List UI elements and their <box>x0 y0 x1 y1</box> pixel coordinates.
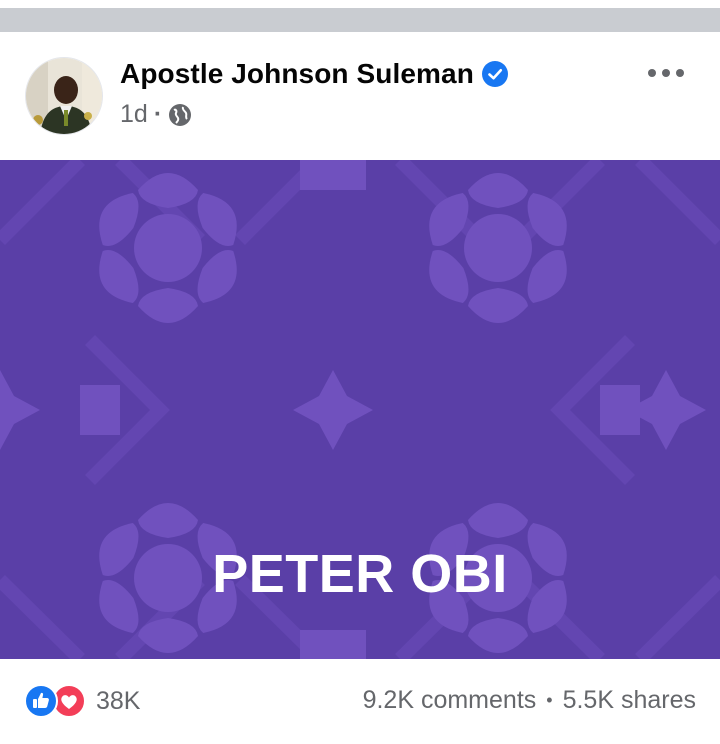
more-options-button[interactable] <box>648 63 684 83</box>
verified-badge-icon <box>481 61 508 87</box>
reaction-icons <box>24 683 90 719</box>
more-dot <box>676 69 684 77</box>
reactions-summary[interactable]: 38K <box>24 683 140 719</box>
meta-separator: · <box>153 100 163 128</box>
post-meta: 1d · <box>120 100 192 129</box>
feed-divider <box>0 8 720 32</box>
post-header <box>0 32 720 160</box>
more-dot <box>648 69 656 77</box>
author-name[interactable]: Apostle Johnson Suleman <box>120 58 474 90</box>
post-text: PETER OBI <box>212 544 508 604</box>
reaction-count: 38K <box>96 686 141 715</box>
more-dot <box>662 69 670 77</box>
comments-count[interactable]: 9.2K comments <box>363 686 537 715</box>
post-time[interactable]: 1d <box>120 100 148 129</box>
engagement-stats: 9.2K comments • 5.5K shares <box>363 686 696 715</box>
stats-separator: • <box>546 690 553 710</box>
post-background[interactable]: PETER OBI <box>0 160 720 659</box>
author-avatar[interactable] <box>25 57 103 135</box>
top-gap <box>0 0 720 8</box>
shares-count[interactable]: 5.5K shares <box>563 686 696 715</box>
like-icon <box>24 684 58 718</box>
author-row: Apostle Johnson Suleman <box>120 58 508 90</box>
globe-icon <box>169 103 192 126</box>
